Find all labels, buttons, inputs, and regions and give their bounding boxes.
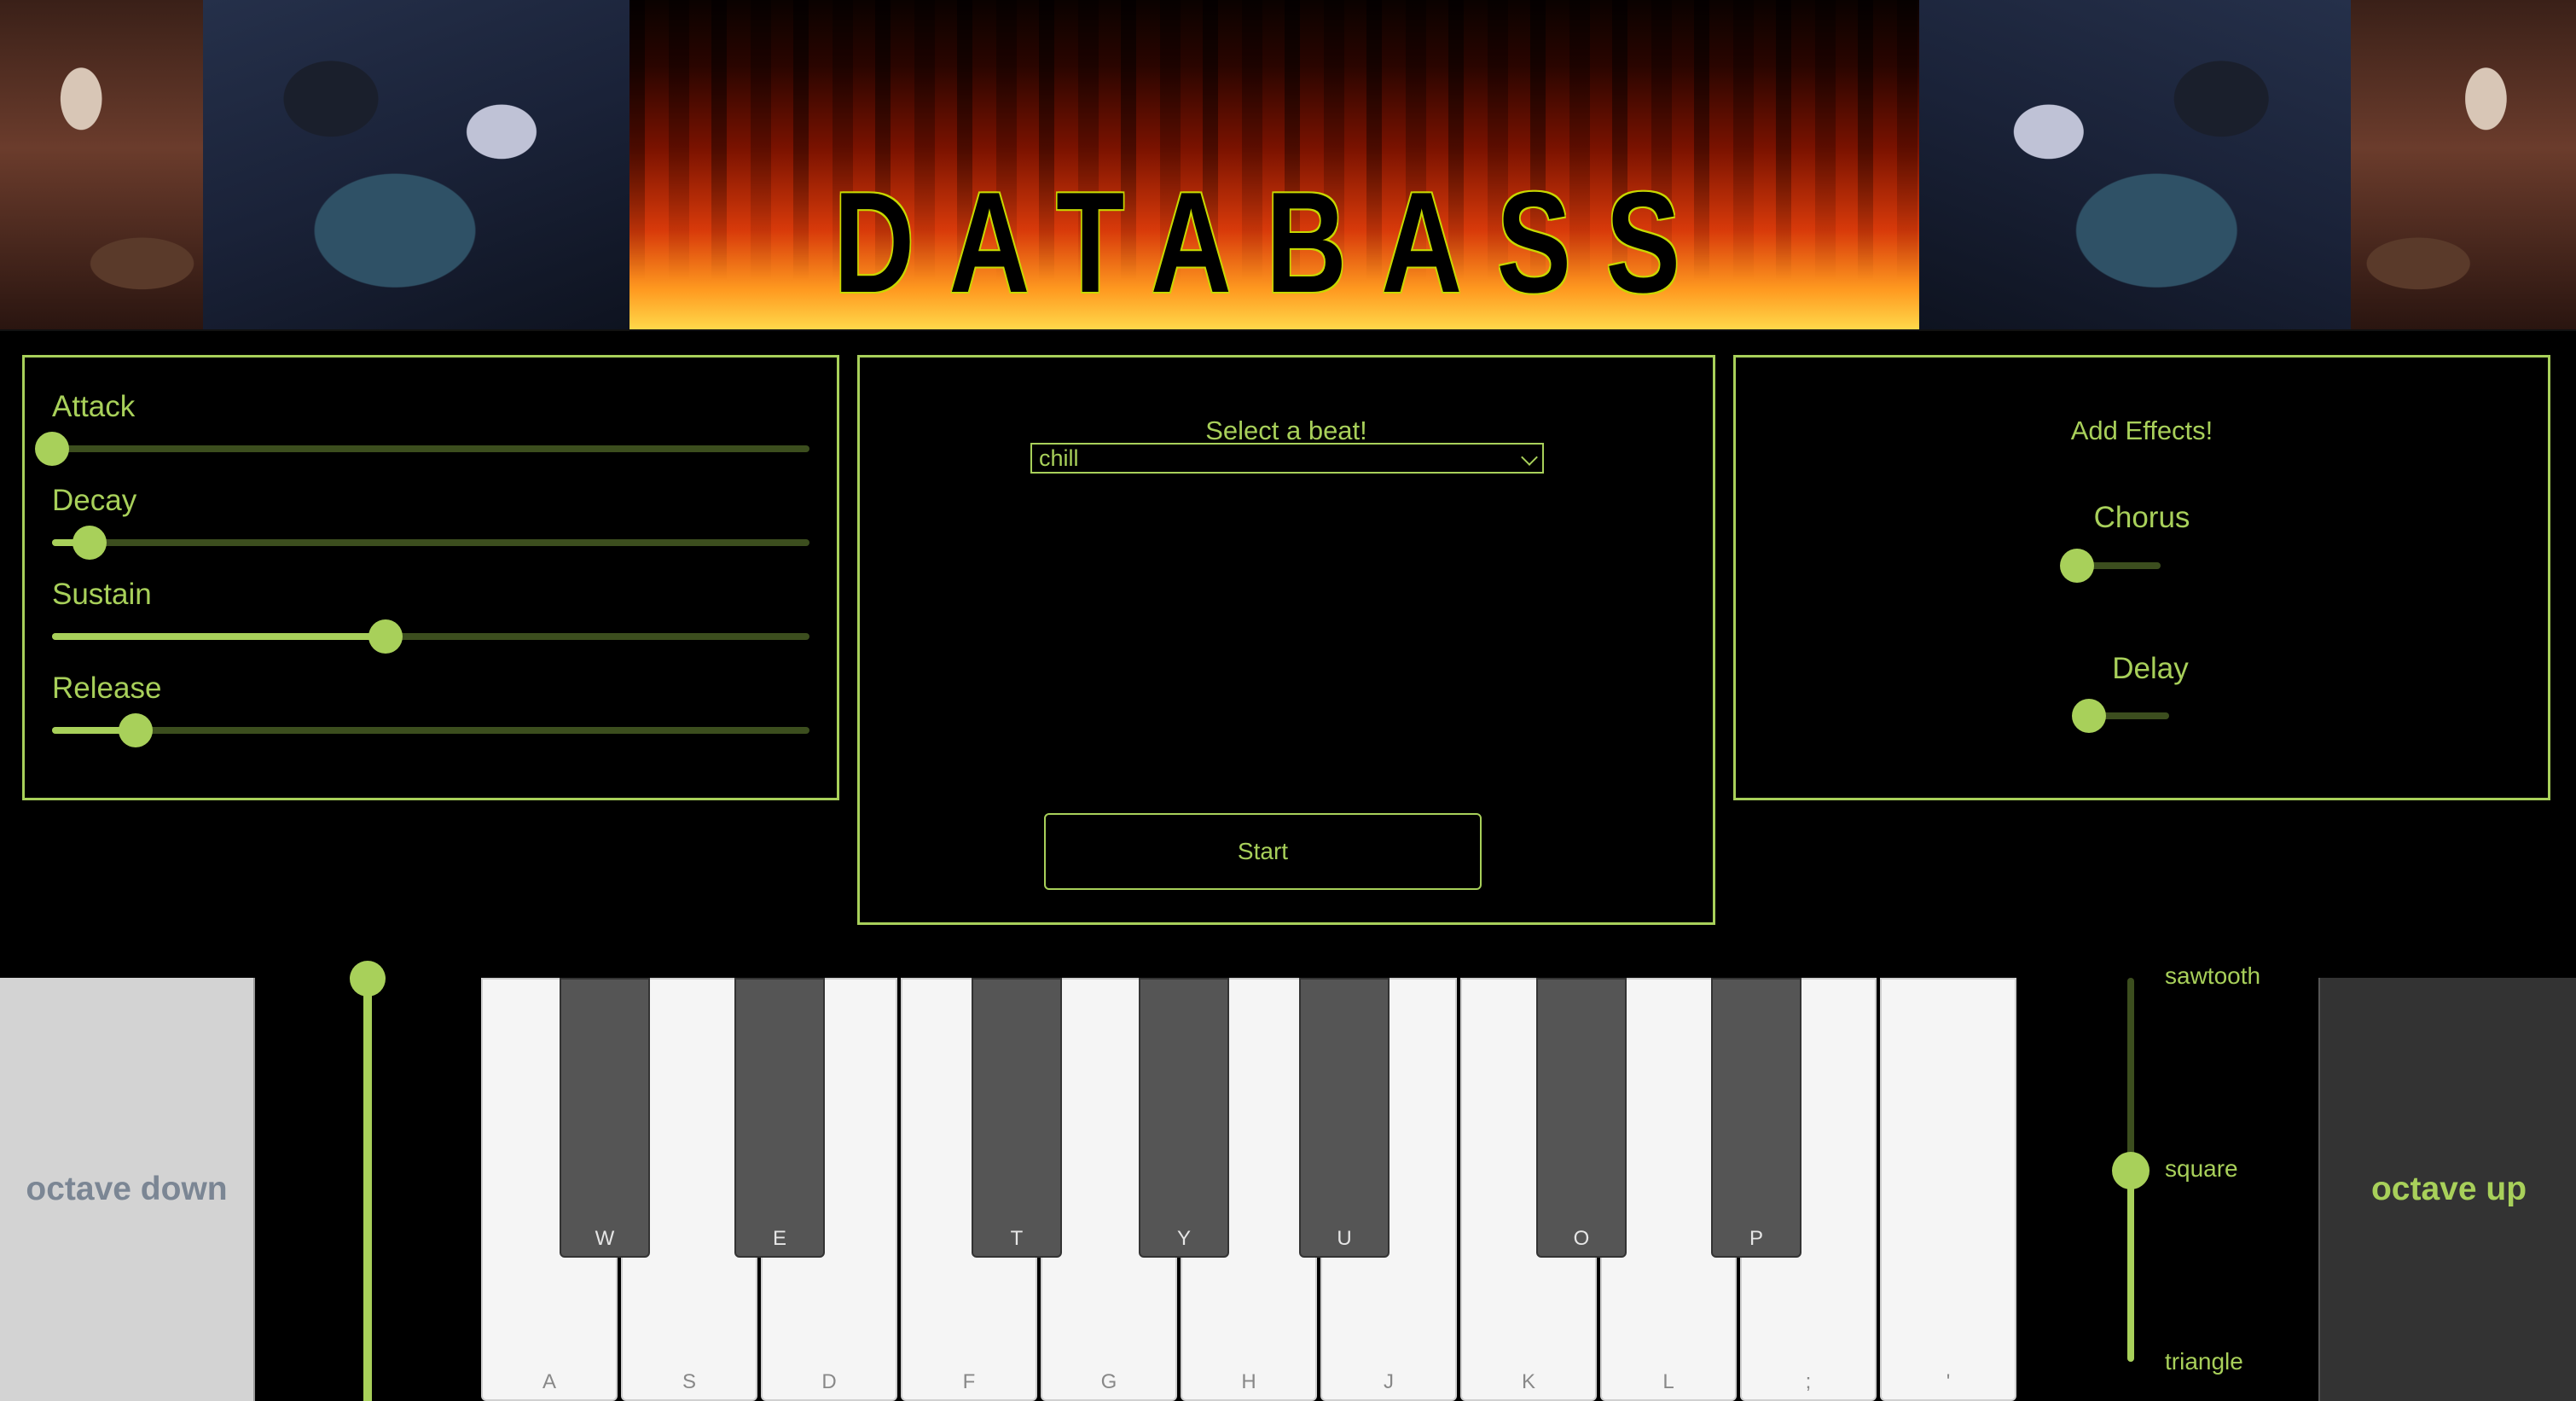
decay-slider[interactable] (52, 526, 809, 560)
effects-title: Add Effects! (2070, 416, 2213, 445)
effects-panel: Add Effects! Chorus Delay (1733, 355, 2550, 800)
decay-label: Decay (52, 484, 137, 517)
white-key[interactable]: ' (1880, 978, 2016, 1401)
black-key[interactable]: W (560, 978, 650, 1258)
octave-up-button[interactable]: octave up (2318, 978, 2576, 1401)
waveform-label-square[interactable]: square (2165, 1155, 2238, 1183)
key-label: S (682, 1370, 696, 1393)
key-label: D (821, 1370, 837, 1393)
black-key[interactable]: O (1536, 978, 1627, 1258)
key-label: A (542, 1370, 556, 1393)
sustain-slider[interactable] (52, 619, 809, 654)
black-key[interactable]: T (972, 978, 1062, 1258)
attack-label: Attack (52, 390, 136, 423)
banner-photo-right-outer (2351, 0, 2576, 329)
chevron-down-icon (1521, 449, 1538, 466)
logo-text: DATABASS (833, 162, 1715, 323)
release-label: Release (52, 671, 162, 705)
waveform-label-sawtooth[interactable]: sawtooth (2165, 962, 2260, 990)
key-label: ; (1805, 1370, 1812, 1393)
black-key[interactable]: E (734, 978, 825, 1258)
key-label: E (772, 1227, 786, 1250)
delay-slider-thumb[interactable] (2072, 699, 2106, 733)
envelope-panel: Attack Decay Sustain Release (22, 355, 839, 800)
key-label: H (1241, 1370, 1256, 1393)
black-key[interactable]: U (1299, 978, 1390, 1258)
sustain-slider-fill (52, 633, 386, 640)
volume-slider-thumb[interactable] (350, 961, 386, 997)
banner-photo-right-inner (1919, 0, 2351, 329)
octave-down-button[interactable]: octave down (0, 978, 255, 1401)
waveform-label-triangle[interactable]: triangle (2165, 1348, 2243, 1375)
banner: DATABASS (0, 0, 2576, 331)
attack-slider-thumb[interactable] (35, 432, 69, 466)
key-label: G (1100, 1370, 1117, 1393)
key-label: K (1521, 1370, 1535, 1393)
beat-title: Select a beat! (1205, 416, 1367, 445)
delay-label: Delay (2112, 652, 2189, 685)
volume-slider[interactable] (363, 978, 372, 1401)
delay-slider[interactable] (2072, 699, 2169, 733)
decay-slider-thumb[interactable] (73, 526, 107, 560)
black-key[interactable]: P (1711, 978, 1801, 1258)
banner-photo-left-inner (203, 0, 629, 329)
chorus-slider-thumb[interactable] (2060, 549, 2094, 583)
fire-banner: DATABASS (629, 0, 1919, 329)
key-label: T (1010, 1227, 1024, 1250)
key-label: L (1662, 1370, 1674, 1393)
beat-select[interactable]: chill (1030, 443, 1544, 474)
key-label: F (962, 1370, 976, 1393)
key-label: U (1337, 1227, 1352, 1250)
key-label: J (1384, 1370, 1394, 1393)
waveform-slider-thumb[interactable] (2112, 1152, 2150, 1189)
beat-panel: Select a beat! chill Start (857, 355, 1715, 925)
start-button[interactable]: Start (1044, 813, 1482, 890)
banner-photo-left-outer (0, 0, 203, 329)
key-label: Y (1176, 1227, 1191, 1250)
key-label: P (1749, 1227, 1763, 1250)
key-label: ' (1946, 1370, 1951, 1393)
key-label: O (1573, 1227, 1590, 1250)
release-slider[interactable] (52, 713, 809, 747)
sustain-label: Sustain (52, 578, 152, 611)
chorus-slider[interactable] (2060, 549, 2161, 583)
release-slider-thumb[interactable] (118, 713, 153, 747)
chorus-label: Chorus (2093, 501, 2190, 534)
attack-slider[interactable] (35, 432, 809, 466)
beat-select-value: chill (1039, 445, 1079, 471)
waveform-slider-fill (2127, 1169, 2134, 1362)
black-key[interactable]: Y (1139, 978, 1229, 1258)
sustain-slider-thumb[interactable] (368, 619, 403, 654)
piano-keyboard: A S D F G H J K L; ' W E T Y U O P (481, 978, 2016, 1401)
key-label: W (595, 1227, 615, 1250)
